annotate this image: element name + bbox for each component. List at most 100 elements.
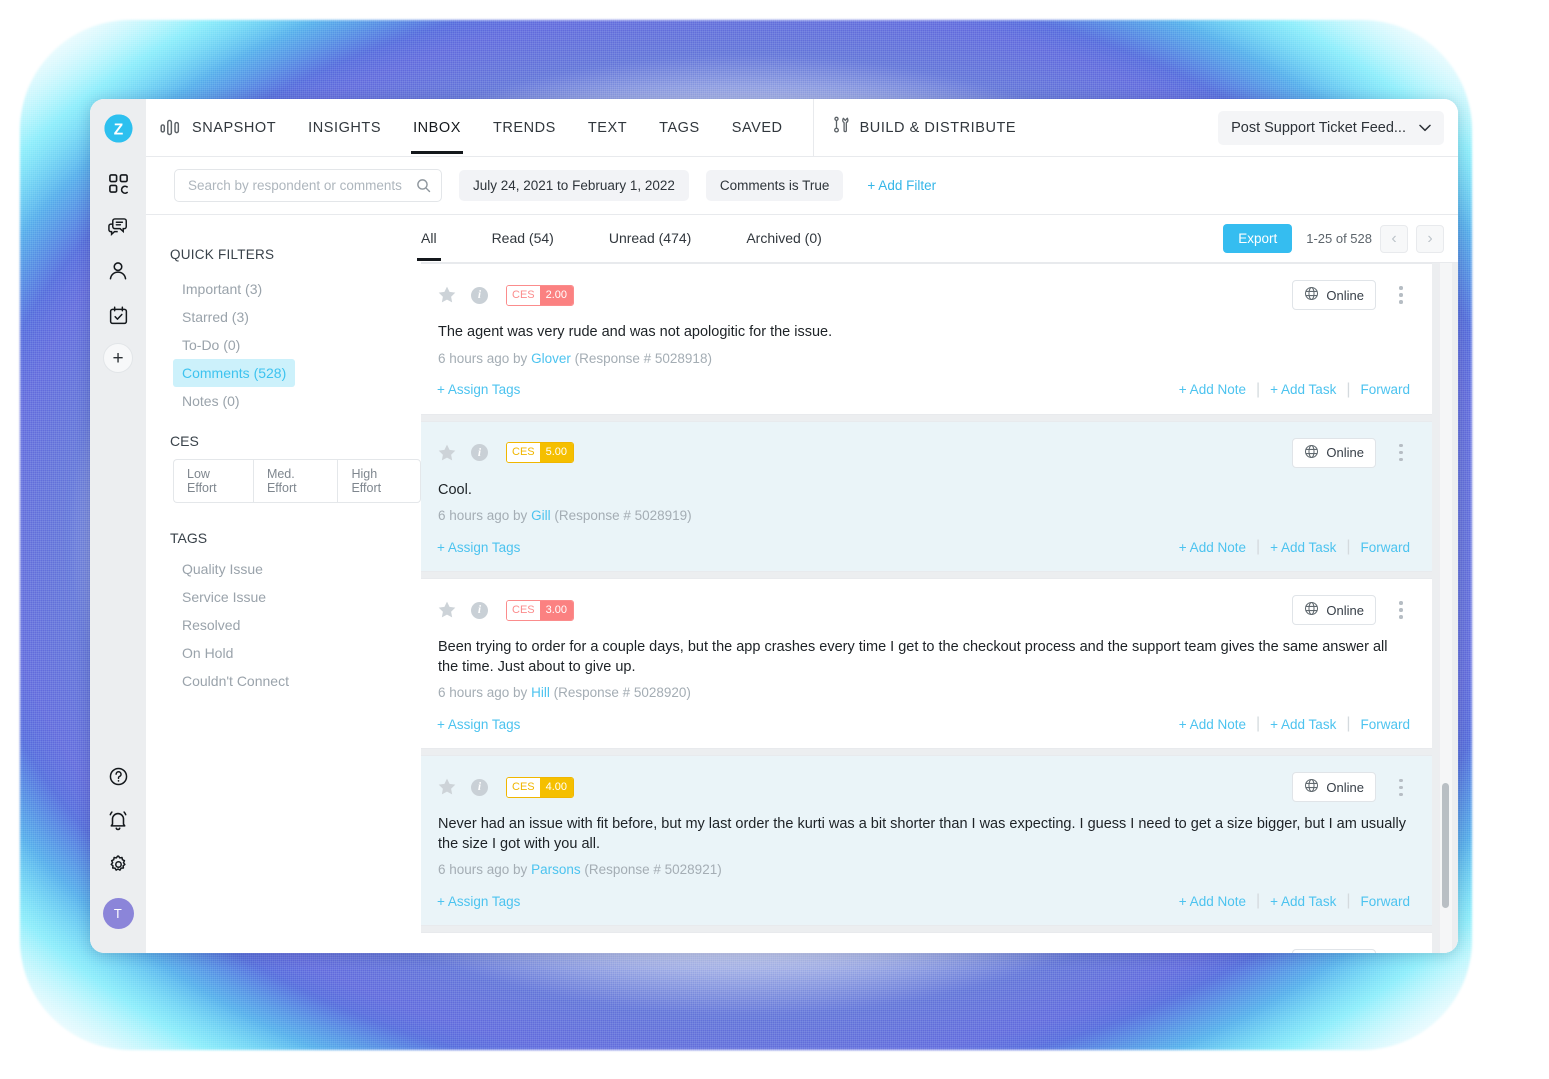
- comment-author[interactable]: Hill: [531, 685, 550, 700]
- nav-tab-tags[interactable]: TAGS: [643, 102, 716, 153]
- scrollbar-thumb[interactable]: [1442, 783, 1449, 908]
- more-options-icon[interactable]: [1392, 443, 1410, 462]
- comments-filter-chip[interactable]: Comments is True: [705, 170, 844, 201]
- add-filter-button[interactable]: + Add Filter: [867, 178, 936, 193]
- globe-icon: [1304, 778, 1319, 796]
- comment-author[interactable]: Parsons: [531, 862, 581, 877]
- more-options-icon[interactable]: [1392, 778, 1410, 796]
- nav-tab-trends[interactable]: TRENDS: [477, 102, 572, 153]
- nav-tab-text[interactable]: TEXT: [572, 102, 643, 153]
- info-icon[interactable]: i: [471, 778, 488, 796]
- settings-gear-icon[interactable]: [96, 842, 140, 886]
- search-box[interactable]: [174, 169, 442, 202]
- add-note-button[interactable]: + Add Note: [1179, 540, 1246, 555]
- forward-button[interactable]: Forward: [1360, 894, 1410, 909]
- ces-badge-label: CES: [507, 777, 540, 797]
- conversations-icon[interactable]: [96, 205, 140, 249]
- star-icon[interactable]: [437, 443, 457, 463]
- tab-unread[interactable]: Unread (474): [609, 217, 692, 260]
- forward-button[interactable]: Forward: [1360, 717, 1410, 732]
- primary-navigation: SNAPSHOT INSIGHTS INBOX TRENDS TEXT TAGS…: [146, 99, 1458, 157]
- survey-selector[interactable]: Post Support Ticket Feed...: [1218, 110, 1444, 145]
- info-icon[interactable]: i: [471, 601, 488, 619]
- add-task-button[interactable]: + Add Task: [1270, 382, 1336, 397]
- channel-badge[interactable]: Online: [1292, 772, 1376, 803]
- prev-page-button[interactable]: ‹: [1380, 224, 1408, 253]
- channel-badge[interactable]: Online: [1292, 437, 1376, 468]
- app-logo[interactable]: Z: [101, 111, 135, 145]
- assign-tags-button[interactable]: + Assign Tags: [437, 540, 520, 555]
- add-task-button[interactable]: + Add Task: [1270, 540, 1336, 555]
- star-icon[interactable]: [437, 600, 457, 620]
- tag-on-hold[interactable]: On Hold: [173, 639, 242, 667]
- channel-badge[interactable]: Online: [1292, 280, 1376, 310]
- comment-card[interactable]: i CES 5.00 Online Cool. 6 hours ago by G…: [421, 420, 1432, 573]
- more-options-icon[interactable]: [1392, 286, 1410, 304]
- comment-card[interactable]: i CES 3.00: [421, 932, 1432, 953]
- tasks-calendar-icon[interactable]: [96, 293, 140, 337]
- comment-card[interactable]: i CES 4.00 Online Never had an issue wit…: [421, 755, 1432, 927]
- create-new-button[interactable]: +: [103, 343, 133, 373]
- add-task-button[interactable]: + Add Task: [1270, 717, 1336, 732]
- quick-filter-important[interactable]: Important (3): [173, 275, 271, 303]
- ces-med-effort-button[interactable]: Med. Effort: [252, 459, 338, 503]
- nav-tab-snapshot[interactable]: SNAPSHOT: [190, 102, 292, 153]
- date-range-filter[interactable]: July 24, 2021 to February 1, 2022: [459, 170, 689, 201]
- tab-read[interactable]: Read (54): [492, 217, 554, 260]
- forward-button[interactable]: Forward: [1360, 382, 1410, 397]
- export-button[interactable]: Export: [1223, 224, 1293, 253]
- info-icon[interactable]: i: [471, 286, 488, 304]
- comment-author[interactable]: Gill: [531, 508, 551, 523]
- comment-author[interactable]: Glover: [531, 351, 571, 366]
- nav-tab-saved[interactable]: SAVED: [716, 102, 799, 153]
- tag-quality-issue[interactable]: Quality Issue: [173, 555, 272, 583]
- next-page-button[interactable]: ›: [1416, 224, 1444, 253]
- plus-icon: +: [112, 347, 124, 369]
- user-avatar[interactable]: T: [102, 898, 134, 929]
- nav-tab-inbox[interactable]: INBOX: [397, 102, 477, 154]
- add-task-button[interactable]: + Add Task: [1270, 894, 1336, 909]
- forward-button[interactable]: Forward: [1360, 540, 1410, 555]
- tag-resolved[interactable]: Resolved: [173, 611, 249, 639]
- info-icon[interactable]: i: [471, 444, 488, 462]
- apps-grid-icon[interactable]: [96, 161, 140, 205]
- action-divider: |: [1255, 380, 1261, 398]
- global-nav-rail: Z + T: [90, 99, 146, 953]
- assign-tags-button[interactable]: + Assign Tags: [437, 894, 520, 909]
- channel-badge[interactable]: Online: [1292, 949, 1376, 953]
- quick-filters-title: QUICK FILTERS: [170, 247, 275, 262]
- comments-scroll-area[interactable]: i CES 2.00 Online The agent was very rud…: [421, 263, 1458, 953]
- quick-filter-starred[interactable]: Starred (3): [173, 303, 258, 331]
- assign-tags-button[interactable]: + Assign Tags: [437, 717, 520, 732]
- tag-service-issue[interactable]: Service Issue: [173, 583, 275, 611]
- tag-couldnt-connect[interactable]: Couldn't Connect: [173, 667, 298, 695]
- contacts-icon[interactable]: [96, 249, 140, 293]
- channel-label: Online: [1326, 287, 1364, 303]
- tab-all[interactable]: All: [417, 217, 441, 261]
- help-icon[interactable]: [96, 754, 140, 798]
- nav-build-distribute[interactable]: BUILD & DISTRIBUTE: [814, 116, 1035, 139]
- comment-card[interactable]: i CES 2.00 Online The agent was very rud…: [421, 263, 1432, 415]
- star-icon[interactable]: [437, 285, 457, 305]
- add-note-button[interactable]: + Add Note: [1179, 382, 1246, 397]
- tab-archived[interactable]: Archived (0): [746, 217, 821, 260]
- comment-card[interactable]: i CES 3.00: [421, 578, 1432, 750]
- channel-badge[interactable]: Online: [1292, 595, 1376, 626]
- comment-time: 6 hours ago by: [438, 862, 532, 878]
- notifications-bell-icon[interactable]: [96, 798, 140, 842]
- wrench-tools-icon: [832, 116, 851, 139]
- more-options-icon[interactable]: [1392, 601, 1410, 619]
- star-icon[interactable]: [437, 777, 457, 797]
- avatar-initial: T: [113, 906, 123, 921]
- nav-tab-insights[interactable]: INSIGHTS: [292, 102, 397, 153]
- quick-filter-todo[interactable]: To-Do (0): [173, 331, 249, 359]
- ces-low-effort-button[interactable]: Low Effort: [173, 459, 253, 503]
- ces-high-effort-button[interactable]: High Effort: [337, 459, 421, 503]
- add-note-button[interactable]: + Add Note: [1179, 717, 1246, 732]
- quick-filter-comments[interactable]: Comments (528): [173, 359, 296, 387]
- search-input[interactable]: [188, 178, 416, 193]
- quick-filter-notes[interactable]: Notes (0): [173, 387, 249, 415]
- ces-badge: CES 5.00: [506, 442, 575, 464]
- assign-tags-button[interactable]: + Assign Tags: [437, 382, 520, 397]
- add-note-button[interactable]: + Add Note: [1179, 894, 1246, 909]
